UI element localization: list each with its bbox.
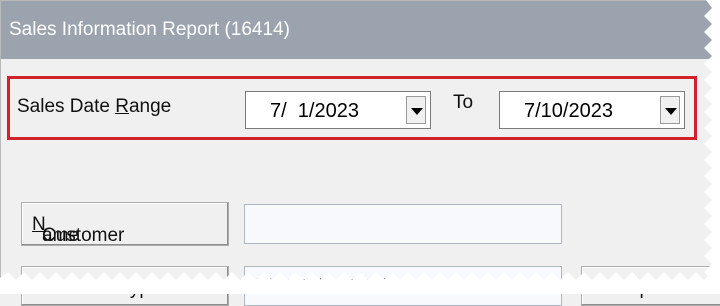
start-date-combo[interactable]: 7/ 1/2023 — [245, 91, 431, 129]
chevron-down-icon[interactable] — [660, 96, 680, 124]
customer-name-field[interactable] — [244, 204, 562, 244]
customer-type-button-label: Customer Type — [32, 278, 161, 299]
sales-date-range-label: Sales Date Range — [17, 96, 172, 117]
customer-type-field[interactable]: 0\1\2\3\4\5\6\7\8\9\A\ — [244, 266, 562, 306]
customer-name-button[interactable]: Customer Name — [21, 202, 229, 246]
customer-type-value: 0\1\2\3\4\5\6\7\8\9\A\ — [249, 276, 389, 293]
salesperson-button-label: Salesperso — [592, 278, 688, 299]
end-date-combo[interactable]: 7/10/2023 — [499, 91, 685, 129]
window-title: Sales Information Report (16414) — [9, 19, 290, 40]
title-bar[interactable]: Sales Information Report (16414) — [1, 1, 720, 59]
end-date-value: 7/10/2023 — [524, 100, 613, 122]
customer-type-button[interactable]: Customer Type — [21, 266, 229, 306]
salesperson-button[interactable]: Salesperso — [581, 266, 720, 306]
customer-name-button-label: Customer Name — [32, 214, 125, 246]
sales-information-report-window: Sales Information Report (16414) Sales D… — [0, 0, 720, 306]
chevron-down-icon[interactable] — [406, 96, 426, 124]
start-date-value: 7/ 1/2023 — [270, 100, 359, 122]
to-label: To — [453, 92, 474, 113]
